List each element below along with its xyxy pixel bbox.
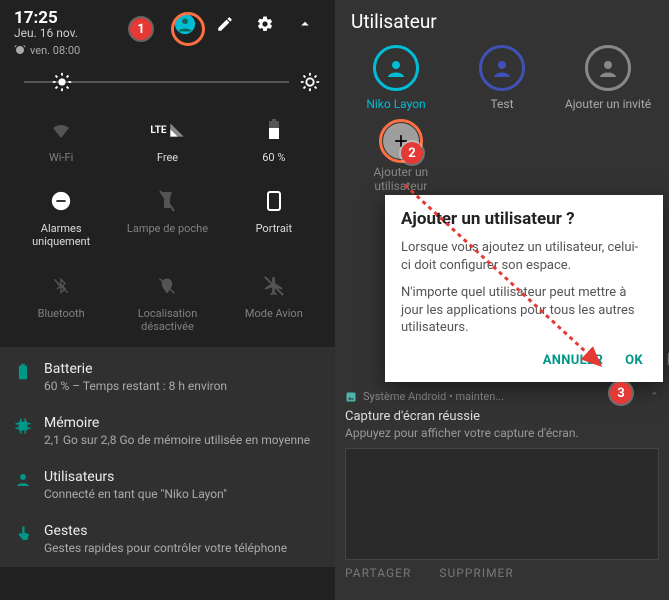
add-user-label: Ajouter un utilisateur — [351, 165, 451, 193]
settings-icon[interactable] — [251, 10, 279, 38]
settings-row-users[interactable]: UtilisateursConnecté en tant que "Niko L… — [0, 459, 335, 513]
user-item-current[interactable]: Niko Layon — [344, 45, 449, 111]
qs-tile-battery[interactable]: 60 % — [221, 107, 327, 178]
user-list: Niko Layon Test Ajouter un invité — [335, 37, 669, 123]
qs-tile-bluetooth[interactable]: Bluetooth — [8, 263, 114, 347]
notification-action-share[interactable]: PARTAGER — [345, 566, 411, 580]
qs-tile-dnd[interactable]: Alarmes uniquement — [8, 178, 114, 262]
dialog-ok-button[interactable]: OK — [625, 353, 643, 368]
collapse-icon[interactable] — [291, 10, 319, 38]
page-title: Utilisateur — [335, 0, 669, 37]
status-time: 17:25 — [14, 8, 78, 28]
notification-app: Système Android • mainten... — [363, 390, 504, 403]
dialog-cancel-button[interactable]: ANNULER — [543, 353, 603, 368]
screenshot-notification[interactable]: Système Android • mainten... ⌃ Capture d… — [345, 390, 659, 580]
user-item-test[interactable]: Test — [450, 45, 555, 111]
qs-tile-flashlight[interactable]: Lampe de poche — [114, 178, 220, 262]
brightness-slider[interactable] — [0, 65, 335, 107]
annotation-marker-2: 2 — [401, 142, 423, 164]
settings-list: Batterie60 % – Temps restant : 8 h envir… — [0, 347, 335, 567]
notification-preview — [345, 448, 659, 560]
notification-title: Capture d'écran réussie — [345, 409, 659, 424]
next-alarm: ven. 08:00 — [0, 42, 335, 65]
qs-tile-wifi[interactable]: Wi-Fi — [8, 107, 114, 178]
quick-settings-panel: 1 17:25 Jeu. 16 nov. ven. 08:00 — [0, 0, 335, 600]
annotation-marker-3: 3 — [610, 382, 632, 404]
qs-tile-airplane[interactable]: Mode Avion — [221, 263, 327, 347]
settings-row-memory[interactable]: Mémoire2,1 Go sur 2,8 Go de mémoire util… — [0, 405, 335, 459]
dialog-title: Ajouter un utilisateur ? — [401, 209, 647, 229]
status-date: Jeu. 16 nov. — [14, 26, 78, 40]
auto-brightness-icon[interactable] — [299, 71, 321, 93]
dialog-text-2: N'importe quel utilisateur peut mettre à… — [401, 284, 647, 337]
settings-row-battery[interactable]: Batterie60 % – Temps restant : 8 h envir… — [0, 351, 335, 405]
notification-subtitle: Appuyez pour afficher votre capture d'éc… — [345, 426, 659, 440]
notification-action-delete[interactable]: SUPPRIMER — [439, 566, 513, 580]
user-item-guest[interactable]: Ajouter un invité — [556, 45, 661, 111]
annotation-marker-1: 1 — [130, 18, 152, 40]
quick-settings-grid: Wi-Fi LTEFree 60 % Alarmes uniquement La… — [0, 107, 335, 347]
add-user-dialog: Ajouter un utilisateur ? Lorsque vous aj… — [385, 195, 663, 382]
edit-icon[interactable] — [211, 10, 239, 38]
settings-row-gestures[interactable]: GestesGestes rapides pour contrôler votr… — [0, 513, 335, 567]
user-switcher-panel: Utilisateur Niko Layon Test Ajouter un i… — [335, 0, 669, 600]
qs-tile-rotation[interactable]: Portrait — [221, 178, 327, 262]
dialog-text-1: Lorsque vous ajoutez un utilisateur, cel… — [401, 239, 647, 274]
qs-tile-data[interactable]: LTEFree — [114, 107, 220, 178]
qs-tile-location[interactable]: Localisation désactivée — [114, 263, 220, 347]
